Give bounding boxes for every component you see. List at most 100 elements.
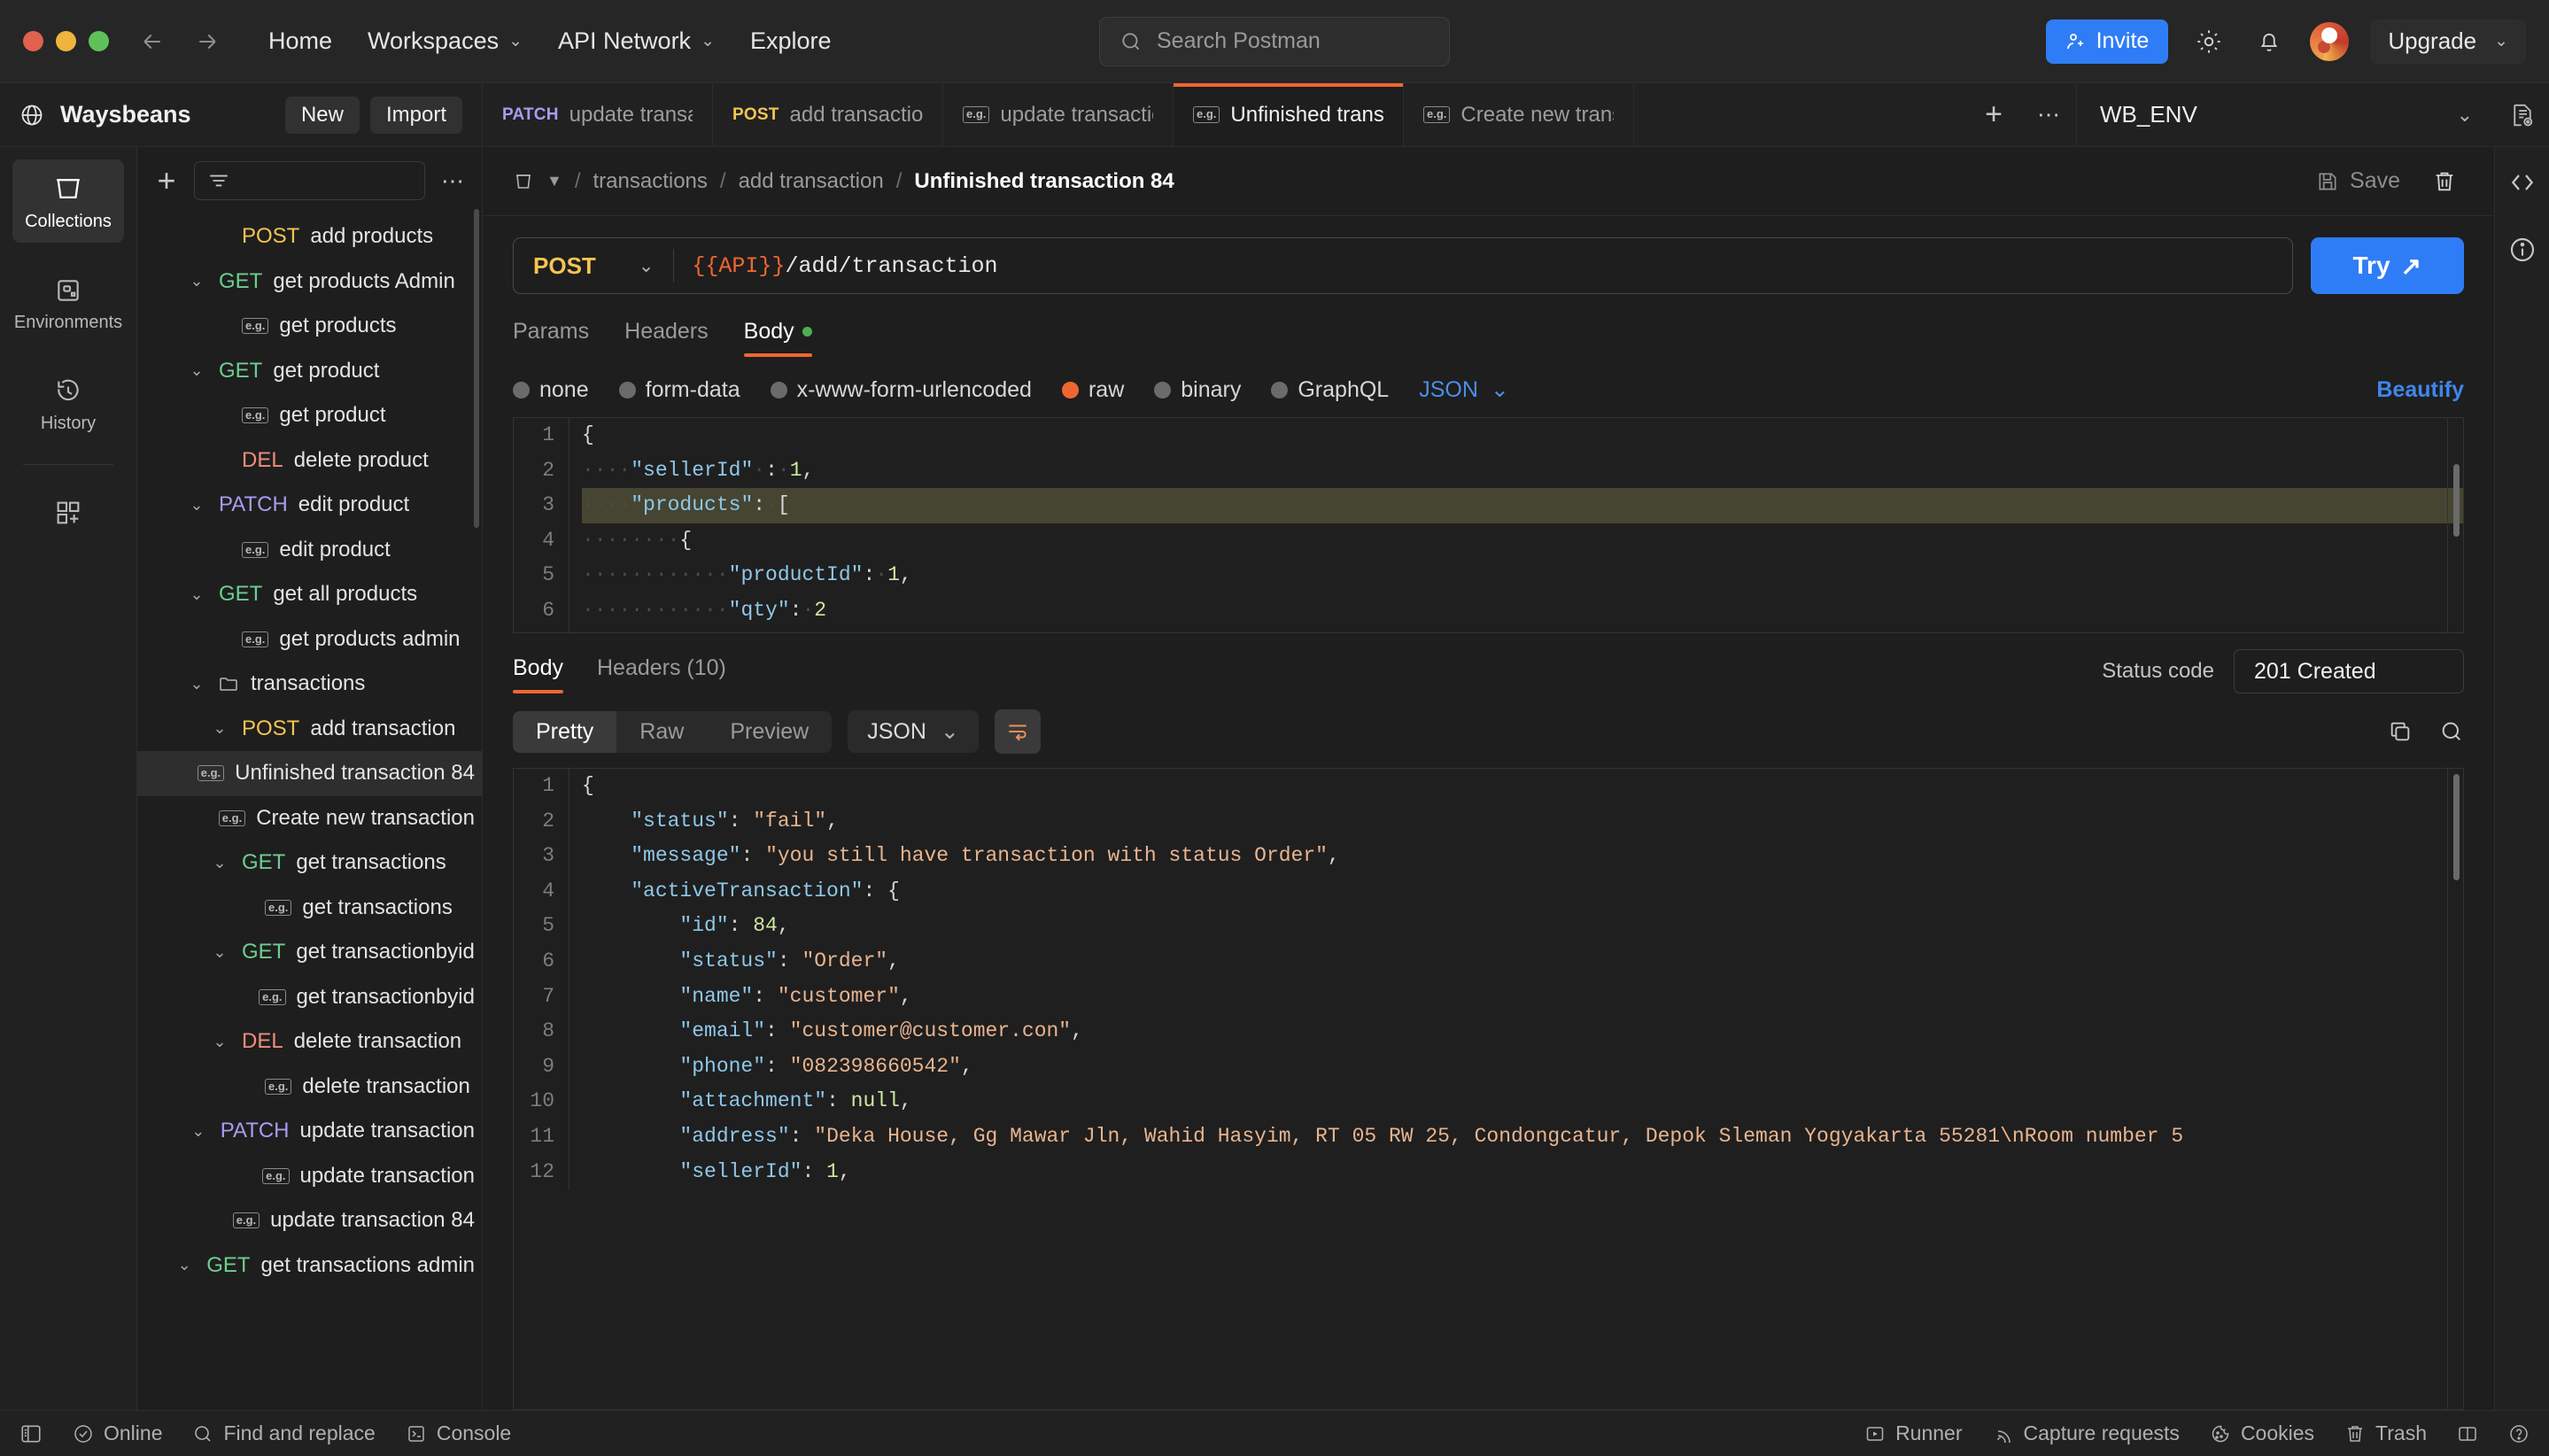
raw-format-selector[interactable]: JSON⌄ — [1419, 376, 1509, 403]
list-item[interactable]: ⌄POSTadd transaction — [137, 707, 482, 752]
collection-dropdown-icon[interactable]: ▼ — [546, 172, 562, 190]
body-type-none[interactable]: none — [513, 377, 589, 403]
beautify-button[interactable]: Beautify — [2376, 377, 2464, 403]
sidebar-toggle-icon[interactable] — [19, 1422, 43, 1445]
collections-scrollbar[interactable] — [474, 209, 479, 528]
filter-input[interactable] — [194, 161, 425, 200]
list-item[interactable]: e.g.update transaction — [137, 1154, 482, 1199]
view-preview[interactable]: Preview — [707, 711, 832, 753]
chevron-down-icon[interactable]: ⌄ — [173, 1256, 196, 1274]
nav-api-network[interactable]: API Network⌄ — [540, 20, 732, 62]
list-item[interactable]: POSTadd products — [137, 214, 482, 259]
chevron-down-icon[interactable]: ⌄ — [208, 719, 231, 738]
request-body-editor[interactable]: 123456789101112 {····"sellerId"·:·1,····… — [513, 417, 2464, 633]
sidebar-item-environments[interactable]: Environments — [12, 262, 124, 344]
code-icon[interactable] — [2508, 168, 2537, 197]
chevron-down-icon[interactable]: ⌄ — [208, 854, 231, 872]
add-collection-button[interactable]: + — [151, 165, 182, 197]
code-line[interactable]: ············"qty":·2 — [582, 593, 2463, 629]
chevron-down-icon[interactable]: ⌄ — [185, 496, 208, 515]
view-raw[interactable]: Raw — [616, 711, 707, 753]
maximize-button[interactable] — [89, 31, 109, 51]
capture-requests-button[interactable]: Capture requests — [1993, 1421, 2180, 1445]
nav-explore[interactable]: Explore — [732, 20, 849, 62]
avatar[interactable] — [2310, 22, 2349, 61]
breadcrumb-add-transaction[interactable]: add transaction — [739, 169, 884, 194]
code-line[interactable]: "status": "fail", — [582, 804, 2463, 840]
search-icon[interactable] — [2439, 719, 2464, 744]
body-type-form-data[interactable]: form-data — [619, 377, 740, 403]
chevron-down-icon[interactable]: ⌄ — [185, 272, 208, 290]
code-line[interactable]: ············"productId":·1, — [582, 558, 2463, 593]
list-item[interactable]: e.g.get products — [137, 304, 482, 349]
copy-icon[interactable] — [2388, 719, 2413, 744]
request-tab-3[interactable]: e.g.Unfinished transacti — [1174, 83, 1404, 146]
list-item[interactable]: e.g.get transactions — [137, 886, 482, 931]
list-item[interactable]: e.g.Create new transaction — [137, 796, 482, 841]
code-line[interactable]: ········{ — [582, 523, 2463, 559]
code-line[interactable]: ····"products":·[ — [582, 488, 2463, 523]
request-tab-0[interactable]: PATCHupdate transactio — [483, 83, 713, 146]
list-item[interactable]: e.g.edit product — [137, 528, 482, 573]
help-icon[interactable] — [2508, 1423, 2530, 1444]
response-format-selector[interactable]: JSON ⌄ — [848, 710, 979, 753]
environment-quick-look-icon[interactable] — [2496, 83, 2549, 146]
url-bar[interactable]: POST ⌄ {{API}}/add/transaction — [513, 237, 2293, 294]
collection-icon[interactable] — [513, 171, 534, 192]
request-tab-2[interactable]: e.g.update transaction — [943, 83, 1174, 146]
environment-selector[interactable]: WB_ENV ⌄ — [2076, 83, 2496, 146]
window-traffic-lights[interactable] — [23, 31, 109, 51]
chevron-down-icon[interactable]: ⌄ — [187, 1122, 210, 1141]
save-button[interactable]: Save — [2316, 168, 2400, 194]
trash-button[interactable]: Trash — [2344, 1421, 2427, 1445]
code-line[interactable]: "email": "customer@customer.con", — [582, 1014, 2463, 1049]
wrap-lines-icon[interactable] — [995, 709, 1041, 754]
code-line[interactable]: "address": "Deka House, Gg Mawar Jln, Wa… — [582, 1119, 2463, 1155]
list-item[interactable]: ⌄GETget products Admin — [137, 259, 482, 305]
body-type-binary[interactable]: binary — [1154, 377, 1241, 403]
breadcrumb-transactions[interactable]: transactions — [593, 169, 708, 194]
code-line[interactable]: { — [582, 769, 2463, 804]
code-line[interactable]: "id": 84, — [582, 909, 2463, 944]
list-item[interactable]: ⌄GETget transactions admin — [137, 1243, 482, 1289]
list-item[interactable]: ⌄GETget product — [137, 349, 482, 394]
invite-button[interactable]: Invite — [2046, 19, 2169, 64]
forward-arrow-icon[interactable] — [194, 28, 221, 55]
view-pretty[interactable]: Pretty — [513, 711, 616, 753]
info-icon[interactable] — [2508, 236, 2537, 264]
cookies-button[interactable]: Cookies — [2210, 1421, 2314, 1445]
chevron-down-icon[interactable]: ⌄ — [185, 675, 208, 693]
request-editor-scrollbar[interactable] — [2447, 418, 2463, 632]
list-item[interactable]: e.g.get products admin — [137, 617, 482, 662]
console-button[interactable]: Console — [406, 1421, 511, 1445]
list-item[interactable]: ⌄GETget transactions — [137, 840, 482, 886]
search-input[interactable]: Search Postman — [1099, 17, 1450, 66]
code-line[interactable]: "message": "you still have transaction w… — [582, 839, 2463, 874]
trash-icon[interactable] — [2425, 162, 2464, 201]
sidebar-item-history[interactable]: History — [12, 363, 124, 445]
method-selector[interactable]: POST ⌄ — [514, 252, 673, 280]
nav-workspaces[interactable]: Workspaces⌄ — [350, 20, 540, 62]
online-status[interactable]: Online — [73, 1421, 162, 1445]
back-arrow-icon[interactable] — [139, 28, 166, 55]
new-button[interactable]: New — [285, 97, 360, 134]
chevron-down-icon[interactable]: ⌄ — [208, 1033, 231, 1051]
list-item[interactable]: ⌄GETget all products — [137, 572, 482, 617]
gear-icon[interactable] — [2189, 22, 2228, 61]
bell-icon[interactable] — [2250, 22, 2289, 61]
body-type-raw[interactable]: raw — [1062, 377, 1124, 403]
response-body-editor[interactable]: 123456789101112 { "status": "fail", "mes… — [513, 768, 2464, 1410]
code-line[interactable]: ········}, — [582, 629, 2463, 633]
upgrade-button[interactable]: Upgrade ⌄ — [2370, 19, 2526, 64]
list-item[interactable]: ⌄PATCHedit product — [137, 483, 482, 528]
code-line[interactable]: "activeTransaction": { — [582, 874, 2463, 910]
close-button[interactable] — [23, 31, 43, 51]
list-item[interactable]: DELdelete product — [137, 438, 482, 484]
sidebar-item-collections[interactable]: Collections — [12, 159, 124, 243]
tab-options-icon[interactable]: ⋯ — [2021, 101, 2076, 128]
request-tab-1[interactable]: POSTadd transaction — [713, 83, 943, 146]
list-item[interactable]: e.g.update transaction 84 — [137, 1198, 482, 1243]
request-scroll-thumb[interactable] — [2453, 464, 2460, 537]
list-item[interactable]: ⌄transactions — [137, 662, 482, 707]
history-nav[interactable] — [139, 28, 221, 55]
